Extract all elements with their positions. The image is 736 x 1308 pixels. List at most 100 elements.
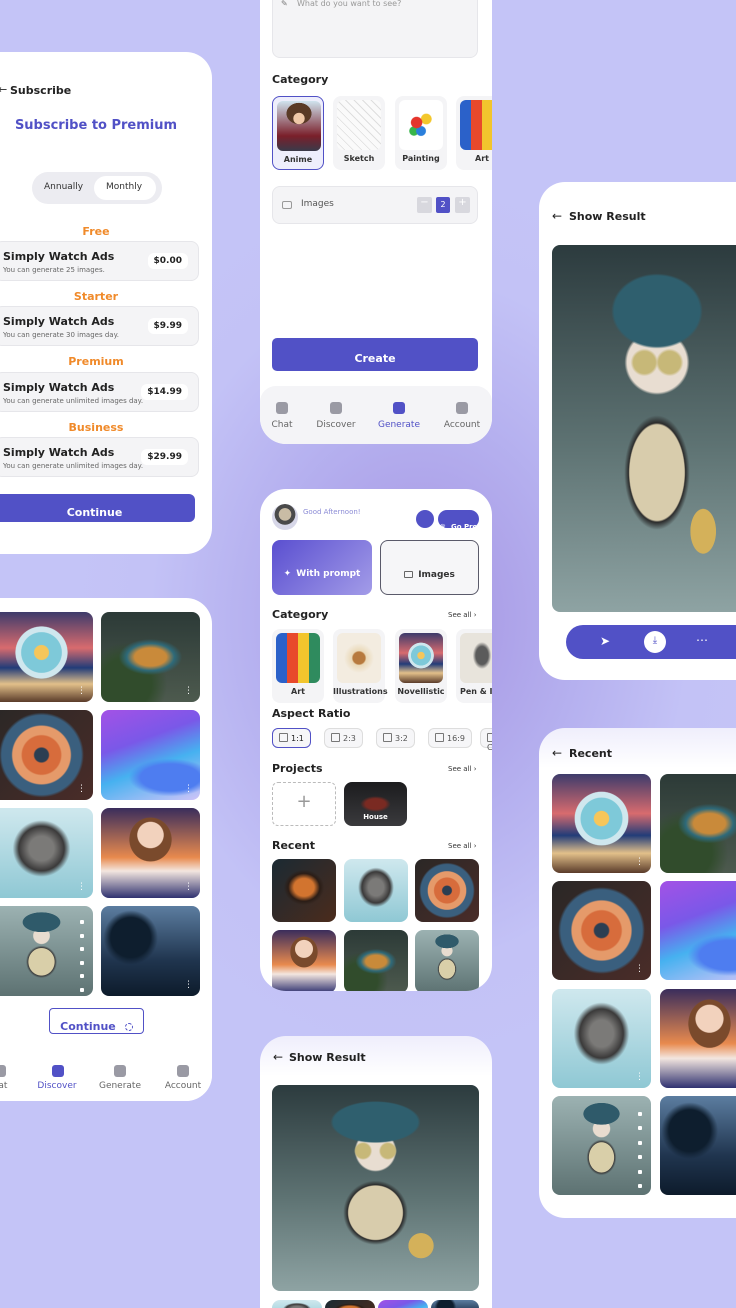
send-icon[interactable]: ➤ (600, 634, 610, 648)
notification-icon[interactable] (416, 510, 434, 528)
gallery-image[interactable] (552, 1096, 651, 1195)
download-icon[interactable] (80, 933, 84, 938)
category-painting[interactable]: Painting (395, 96, 447, 170)
more-icon[interactable] (80, 987, 84, 992)
aspect-custom[interactable]: Co (480, 728, 492, 752)
back-label[interactable]: Show Result (289, 1051, 366, 1064)
plan-business[interactable]: Simply Watch Ads You can generate unlimi… (0, 437, 199, 477)
images-count[interactable]: 2 (436, 197, 450, 213)
gallery-image[interactable]: ⋮ (101, 906, 200, 996)
folder-icon[interactable] (638, 1155, 642, 1160)
back-arrow-icon[interactable]: ← (0, 83, 7, 96)
aspect-1-1[interactable]: 1:1 (272, 728, 311, 748)
category-novellistic[interactable]: Novellistic (395, 629, 447, 703)
close-icon[interactable] (80, 920, 84, 924)
gallery-image[interactable] (660, 881, 736, 980)
heart-icon[interactable] (638, 1169, 642, 1174)
gallery-image[interactable] (0, 906, 93, 996)
category-sketch[interactable]: Sketch (333, 96, 385, 170)
more-icon[interactable]: ⋮ (184, 980, 193, 990)
nav-chat[interactable]: Chat (260, 420, 312, 430)
thumbnail[interactable] (325, 1300, 375, 1308)
toggle-annually[interactable]: Annually (44, 182, 83, 192)
see-all-link[interactable]: See all › (448, 842, 477, 850)
gallery-image[interactable] (660, 989, 736, 1088)
result-image[interactable] (272, 1085, 479, 1291)
recent-image[interactable] (272, 930, 336, 991)
more-icon[interactable]: ⋮ (635, 1072, 644, 1082)
edit-icon[interactable] (638, 1140, 642, 1145)
see-all-link[interactable]: See all › (448, 765, 477, 773)
create-button[interactable]: Create (272, 338, 478, 371)
download-icon[interactable] (638, 1126, 642, 1131)
recent-image[interactable] (344, 859, 408, 922)
nav-discover[interactable]: Discover (306, 420, 366, 430)
edit-icon[interactable] (80, 947, 84, 952)
gallery-image[interactable]: ⋮ (0, 808, 93, 898)
gallery-image[interactable]: ⋮ (552, 989, 651, 1088)
feather-icon[interactable] (52, 1065, 64, 1077)
gallery-image[interactable]: ⋮ (552, 774, 651, 873)
more-icon[interactable]: ⋮ (635, 857, 644, 867)
category-illustrations[interactable]: Illustrations (333, 629, 388, 703)
chat-icon[interactable] (276, 402, 288, 414)
gallery-image[interactable] (660, 1096, 736, 1195)
back-label[interactable]: Recent (569, 747, 612, 760)
gallery-image[interactable]: ⋮ (0, 612, 93, 702)
folder-icon[interactable] (80, 960, 84, 965)
avatar[interactable] (272, 504, 298, 530)
more-icon[interactable]: ⋮ (77, 686, 86, 696)
category-pen-ink[interactable]: Pen & In (456, 629, 492, 703)
more-icon[interactable]: ⋮ (184, 686, 193, 696)
prompt-input[interactable]: ✎ What do you want to see? (272, 0, 478, 58)
recent-image[interactable] (415, 930, 479, 991)
image-icon[interactable] (114, 1065, 126, 1077)
gallery-image[interactable]: ⋮ (0, 710, 93, 800)
thumbnail[interactable] (378, 1300, 428, 1308)
chat-icon[interactable] (0, 1065, 6, 1077)
more-icon[interactable] (638, 1183, 642, 1188)
back-label[interactable]: Subscribe (10, 84, 71, 97)
decrement-button[interactable]: − (417, 197, 432, 213)
gallery-image[interactable]: ⋮ (552, 881, 651, 980)
plan-starter[interactable]: Simply Watch Ads You can generate 30 ima… (0, 306, 199, 346)
gallery-image[interactable]: ⋮ (101, 612, 200, 702)
more-icon[interactable]: ⋮ (77, 882, 86, 892)
more-icon[interactable]: ⋮ (184, 784, 193, 794)
feather-icon[interactable] (330, 402, 342, 414)
category-anime[interactable]: Anime (272, 96, 324, 170)
gallery-image[interactable]: ⋮ (101, 808, 200, 898)
download-icon[interactable]: ⤓ (644, 631, 666, 653)
go-pro-button[interactable]: ♛ Go Pro (438, 510, 479, 531)
user-icon[interactable] (177, 1065, 189, 1077)
nav-generate[interactable]: Generate (369, 420, 429, 430)
plan-premium[interactable]: Simply Watch Ads You can generate unlimi… (0, 372, 199, 412)
see-all-link[interactable]: See all › (448, 611, 477, 619)
back-arrow-icon[interactable]: ← (552, 209, 562, 223)
result-image[interactable] (552, 245, 736, 612)
close-icon[interactable] (638, 1112, 642, 1116)
recent-image[interactable] (344, 930, 408, 991)
nav-generate[interactable]: Generate (90, 1081, 150, 1091)
recent-image[interactable] (415, 859, 479, 922)
gallery-image[interactable] (660, 774, 736, 873)
category-art[interactable]: Art (456, 96, 492, 170)
category-art[interactable]: Art (272, 629, 324, 703)
toggle-monthly[interactable]: Monthly (94, 176, 156, 200)
more-icon[interactable]: ⋮ (184, 882, 193, 892)
plan-free[interactable]: Simply Watch Ads You can generate 25 ima… (0, 241, 199, 281)
increment-button[interactable]: + (455, 197, 470, 213)
continue-button[interactable]: Continue (49, 1008, 144, 1034)
aspect-2-3[interactable]: 2:3 (324, 728, 363, 748)
more-icon[interactable]: ⋮ (635, 964, 644, 974)
nav-account[interactable]: Account (153, 1081, 212, 1091)
more-icon[interactable]: ⋯ (696, 633, 708, 647)
nav-discover[interactable]: Discover (27, 1081, 87, 1091)
project-house[interactable]: House (344, 782, 407, 826)
image-icon[interactable] (393, 402, 405, 414)
continue-button[interactable]: Continue (0, 494, 195, 522)
back-arrow-icon[interactable]: ← (552, 746, 562, 760)
thumbnail[interactable] (272, 1300, 322, 1308)
add-project-button[interactable]: + (272, 782, 336, 826)
images-button[interactable]: Images (380, 540, 479, 595)
